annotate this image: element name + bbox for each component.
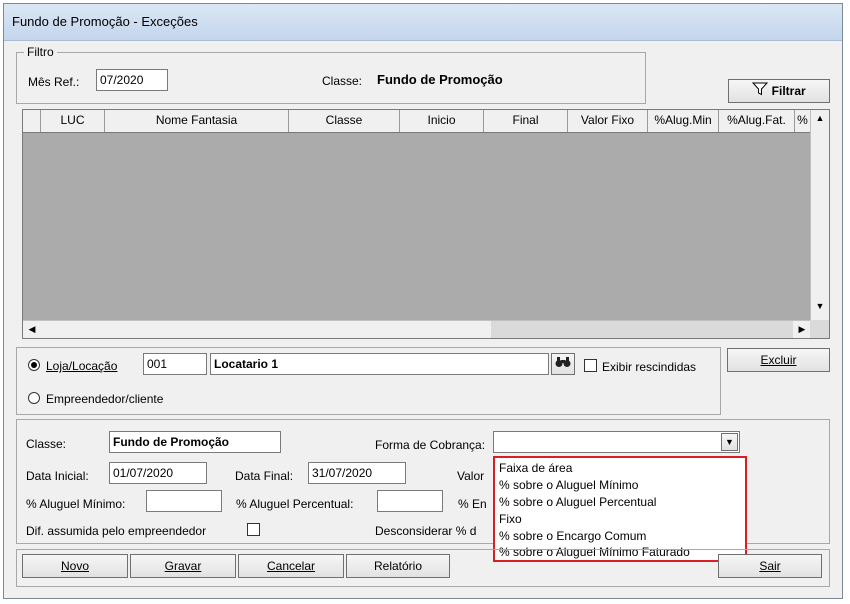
excluir-button[interactable]: Excluir <box>727 348 830 372</box>
data-final-label: Data Final: <box>235 469 294 483</box>
desconsiderar-label: Desconsiderar % d <box>375 524 477 538</box>
scroll-right-icon[interactable]: ▶ <box>793 321 811 338</box>
valor-label: Valor <box>457 469 485 483</box>
relatorio-label: Relatório <box>373 559 423 573</box>
grid-col-inicio[interactable]: Inicio <box>400 110 484 132</box>
exibir-rescindidas-checkbox[interactable] <box>584 359 597 372</box>
grid-vertical-scrollbar[interactable]: ▲ ▼ <box>810 110 829 321</box>
mes-ref-input[interactable]: 07/2020 <box>96 69 168 91</box>
gravar-button[interactable]: Gravar <box>130 554 236 578</box>
sair-button[interactable]: Sair <box>718 554 822 578</box>
grid-corner <box>810 320 829 338</box>
empreendedor-label: Empreendedor/cliente <box>46 392 164 406</box>
filtrar-label: Filtrar <box>771 84 806 98</box>
grid-header: LUC Nome Fantasia Classe Inicio Final Va… <box>23 110 811 133</box>
aluguel-minimo-label: % Aluguel Mínimo: <box>26 497 126 511</box>
grid-col-classe[interactable]: Classe <box>289 110 400 132</box>
grid-col-luc[interactable]: LUC <box>41 110 105 132</box>
cancelar-button[interactable]: Cancelar <box>238 554 344 578</box>
filter-funnel-icon <box>752 81 769 103</box>
grid-col-indicator <box>23 110 41 132</box>
grid-col-nome-fantasia[interactable]: Nome Fantasia <box>105 110 289 132</box>
dif-assumida-checkbox[interactable] <box>247 523 260 536</box>
sair-label: Sair <box>759 559 781 573</box>
search-binoculars-button[interactable] <box>551 353 575 375</box>
forma-cobranca-options-list: Faixa de área % sobre o Aluguel Mínimo %… <box>493 456 747 562</box>
option-faixa-area[interactable]: Faixa de área <box>499 461 572 475</box>
mes-ref-label: Mês Ref.: <box>28 75 80 89</box>
forma-cobranca-select[interactable] <box>493 431 740 453</box>
grid-col-alug-fat[interactable]: %Alug.Fat. <box>719 110 795 132</box>
data-inicial-label: Data Inicial: <box>26 469 89 483</box>
main-window: Fundo de Promoção - Exceções Filtro Mês … <box>3 3 843 599</box>
gravar-label: Gravar <box>164 559 202 573</box>
filter-legend: Filtro <box>24 45 57 59</box>
empreendedor-radio[interactable] <box>28 392 40 404</box>
dif-assumida-label: Dif. assumida pelo empreendedor <box>26 524 207 538</box>
novo-label: Novo <box>60 559 89 573</box>
option-fixo[interactable]: Fixo <box>499 512 522 526</box>
form-classe-input[interactable]: Fundo de Promoção <box>109 431 281 453</box>
option-encargo-comum[interactable]: % sobre o Encargo Comum <box>499 529 646 543</box>
title-bar: Fundo de Promoção - Exceções <box>4 4 842 41</box>
cancelar-label: Cancelar <box>266 559 316 573</box>
grid-col-final[interactable]: Final <box>484 110 568 132</box>
option-aluguel-percentual[interactable]: % sobre o Aluguel Percentual <box>499 495 656 509</box>
data-grid[interactable]: LUC Nome Fantasia Classe Inicio Final Va… <box>22 109 830 339</box>
data-inicial-input[interactable]: 01/07/2020 <box>109 462 207 484</box>
option-aluguel-minimo[interactable]: % sobre o Aluguel Mínimo <box>499 478 638 492</box>
forma-cobranca-dropdown-button[interactable]: ▼ <box>721 433 738 451</box>
aluguel-percentual-label: % Aluguel Percentual: <box>236 497 354 511</box>
data-final-input[interactable]: 31/07/2020 <box>308 462 406 484</box>
grid-col-alug-min[interactable]: %Alug.Min <box>648 110 719 132</box>
form-classe-label: Classe: <box>26 437 67 451</box>
scroll-thumb[interactable] <box>41 321 491 338</box>
loja-label: Loja/Locação <box>46 359 118 373</box>
chevron-down-icon: ▼ <box>725 437 734 447</box>
loja-radio[interactable] <box>28 359 40 371</box>
aluguel-minimo-input[interactable] <box>146 490 222 512</box>
filter-classe-value: Fundo de Promoção <box>377 72 503 87</box>
filtrar-button[interactable]: Filtrar <box>728 79 830 103</box>
loja-code-input[interactable]: 001 <box>143 353 207 375</box>
encargo-label: % En <box>458 497 487 511</box>
grid-col-extra[interactable]: % <box>795 110 811 132</box>
forma-cobranca-label: Forma de Cobrança: <box>375 438 486 452</box>
loja-name-input[interactable]: Locatario 1 <box>210 353 549 375</box>
excluir-label: Excluir <box>760 353 797 367</box>
binoculars-icon <box>555 357 571 371</box>
window-title: Fundo de Promoção - Exceções <box>12 14 198 29</box>
scroll-track <box>491 321 793 338</box>
scroll-up-icon[interactable]: ▲ <box>811 110 829 127</box>
aluguel-percentual-input[interactable] <box>377 490 443 512</box>
novo-button[interactable]: Novo <box>22 554 128 578</box>
grid-col-valor-fixo[interactable]: Valor Fixo <box>568 110 648 132</box>
relatorio-button[interactable]: Relatório <box>346 554 450 578</box>
exibir-rescindidas-label: Exibir rescindidas <box>602 360 697 374</box>
grid-horizontal-scrollbar[interactable]: ◀ ▶ <box>23 320 811 338</box>
filter-classe-label: Classe: <box>322 74 363 88</box>
scroll-left-icon[interactable]: ◀ <box>23 321 41 338</box>
scroll-down-icon[interactable]: ▼ <box>811 298 829 315</box>
